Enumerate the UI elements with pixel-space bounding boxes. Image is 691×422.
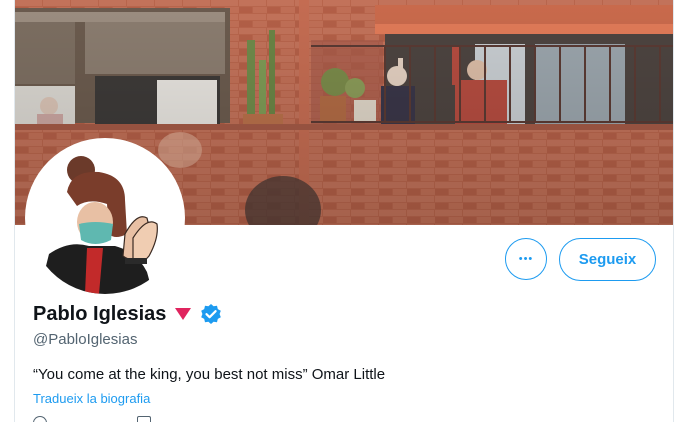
profile-bio: “You come at the king, you best not miss… — [33, 366, 386, 383]
follow-button-label: Segueix — [578, 251, 637, 268]
profile-handle: @PabloIglesias — [33, 331, 138, 348]
profile-page: ••• Segueix Pablo Iglesias @PabloIglesia… — [14, 0, 674, 422]
profile-meta-row — [33, 416, 151, 422]
display-name: Pablo Iglesias — [33, 302, 167, 325]
avatar-illustration — [29, 142, 181, 294]
follow-button[interactable]: Segueix — [559, 238, 656, 281]
verified-badge-icon[interactable] — [200, 303, 222, 325]
red-triangle-icon — [175, 308, 192, 320]
profile-avatar[interactable] — [29, 142, 181, 294]
more-options-button[interactable]: ••• — [505, 238, 547, 280]
name-row: Pablo Iglesias — [33, 300, 222, 328]
more-dots-icon: ••• — [518, 253, 534, 265]
translate-bio-link[interactable]: Tradueix la biografia — [33, 391, 150, 406]
calendar-icon — [137, 416, 151, 422]
location-icon — [33, 416, 47, 422]
